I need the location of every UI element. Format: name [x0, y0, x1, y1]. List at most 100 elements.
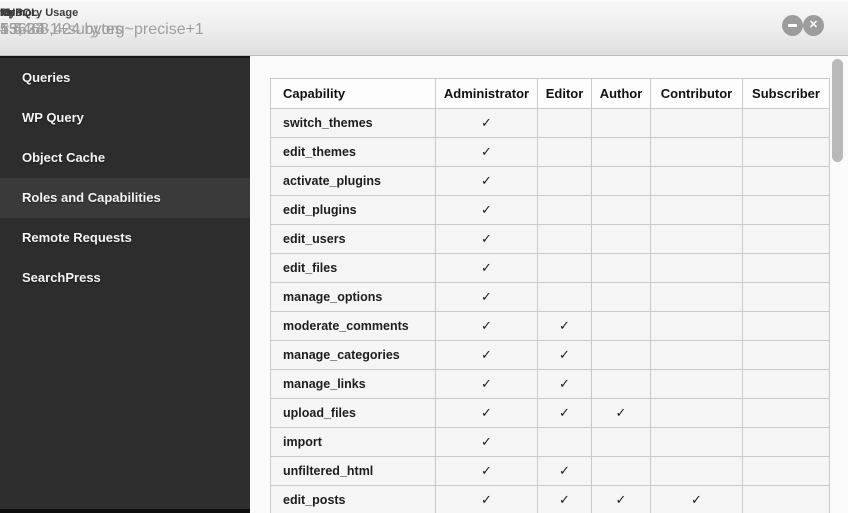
capability-name: activate_plugins — [270, 166, 436, 196]
check-author: ✓ — [591, 398, 651, 428]
check-contributor — [650, 253, 743, 283]
column-header-administrator: Administrator — [435, 78, 538, 109]
roles-capabilities-panel: Capability Administrator Editor Author C… — [250, 56, 848, 513]
sidebar-item[interactable]: Object Cache — [0, 138, 250, 178]
check-author: ✓ — [591, 485, 651, 513]
check-author — [591, 427, 651, 457]
check-editor: ✓ — [537, 340, 592, 370]
capability-name: edit_posts — [270, 485, 436, 513]
check-editor — [537, 166, 592, 196]
check-subscriber — [742, 427, 830, 457]
minimize-button[interactable] — [782, 15, 803, 36]
check-administrator: ✓ — [435, 340, 538, 370]
check-editor — [537, 108, 592, 138]
check-contributor — [650, 282, 743, 312]
sidebar-item[interactable]: Remote Requests — [0, 218, 250, 258]
check-author — [591, 108, 651, 138]
table-row: manage_links ✓ ✓ — [270, 369, 830, 399]
check-contributor — [650, 224, 743, 254]
check-administrator: ✓ — [435, 369, 538, 399]
check-administrator: ✓ — [435, 166, 538, 196]
check-author — [591, 166, 651, 196]
check-subscriber — [742, 108, 830, 138]
check-author — [591, 311, 651, 341]
check-administrator: ✓ — [435, 224, 538, 254]
capability-name: unfiltered_html — [270, 456, 436, 486]
sidebar-item[interactable]: Queries — [0, 58, 250, 98]
check-editor — [537, 253, 592, 283]
check-administrator: ✓ — [435, 456, 538, 486]
check-administrator: ✓ — [435, 282, 538, 312]
check-contributor — [650, 137, 743, 167]
capability-name: upload_files — [270, 398, 436, 428]
check-editor — [537, 224, 592, 254]
check-contributor — [650, 340, 743, 370]
check-contributor — [650, 369, 743, 399]
check-administrator: ✓ — [435, 427, 538, 457]
capability-name: manage_categories — [270, 340, 436, 370]
check-subscriber — [742, 340, 830, 370]
check-editor — [537, 195, 592, 225]
check-author — [591, 340, 651, 370]
sidebar: Queries WP Query Object Cache Roles and … — [0, 56, 250, 513]
check-administrator: ✓ — [435, 398, 538, 428]
check-administrator: ✓ — [435, 253, 538, 283]
capability-name: edit_files — [270, 253, 436, 283]
check-editor — [537, 282, 592, 312]
check-editor: ✓ — [537, 485, 592, 513]
table-row: activate_plugins ✓ — [270, 166, 830, 196]
column-header-capability: Capability — [270, 78, 436, 109]
capability-name: edit_users — [270, 224, 436, 254]
column-header-author: Author — [591, 78, 651, 109]
check-subscriber — [742, 485, 830, 513]
table-row: switch_themes ✓ — [270, 108, 830, 138]
header-stat: Memory Usage 13,468,424 bytes — [0, 7, 123, 39]
check-author — [591, 253, 651, 283]
sidebar-item[interactable]: Roles and Capabilities — [0, 178, 250, 218]
table-row: manage_options ✓ — [270, 282, 830, 312]
close-icon: ✕ — [808, 19, 819, 31]
check-administrator: ✓ — [435, 137, 538, 167]
table-row: edit_posts ✓ ✓ ✓ ✓ — [270, 485, 830, 513]
capability-name: edit_themes — [270, 137, 436, 167]
table-row: edit_users ✓ — [270, 224, 830, 254]
check-author — [591, 456, 651, 486]
table-row: unfiltered_html ✓ ✓ — [270, 456, 830, 486]
debug-bar-header: wp #56 PHP 5.4.23-1+sury.org~precise+1 M… — [0, 0, 848, 56]
table-row: moderate_comments ✓ ✓ — [270, 311, 830, 341]
check-subscriber — [742, 137, 830, 167]
check-editor — [537, 137, 592, 167]
table-header-row: Capability Administrator Editor Author C… — [270, 78, 830, 109]
check-subscriber — [742, 398, 830, 428]
stat-label: Memory Usage — [0, 7, 79, 19]
sidebar-item[interactable]: WP Query — [0, 98, 250, 138]
check-contributor — [650, 166, 743, 196]
check-contributor — [650, 456, 743, 486]
column-header-contributor: Contributor — [650, 78, 743, 109]
vertical-scrollbar-thumb[interactable] — [832, 59, 843, 162]
table-row: edit_themes ✓ — [270, 137, 830, 167]
check-subscriber — [742, 253, 830, 283]
sidebar-item[interactable]: SearchPress — [0, 258, 250, 298]
capability-name: edit_plugins — [270, 195, 436, 225]
check-author — [591, 137, 651, 167]
check-editor: ✓ — [537, 398, 592, 428]
check-author — [591, 224, 651, 254]
check-editor: ✓ — [537, 369, 592, 399]
capabilities-table: Capability Administrator Editor Author C… — [270, 78, 830, 513]
check-subscriber — [742, 369, 830, 399]
close-button[interactable]: ✕ — [803, 15, 824, 36]
check-editor: ✓ — [537, 456, 592, 486]
check-editor: ✓ — [537, 311, 592, 341]
check-contributor — [650, 427, 743, 457]
capability-name: manage_links — [270, 369, 436, 399]
check-author — [591, 282, 651, 312]
capability-name: import — [270, 427, 436, 457]
check-author — [591, 369, 651, 399]
column-header-subscriber: Subscriber — [742, 78, 830, 109]
check-subscriber — [742, 224, 830, 254]
check-editor — [537, 427, 592, 457]
table-row: edit_plugins ✓ — [270, 195, 830, 225]
table-row: manage_categories ✓ ✓ — [270, 340, 830, 370]
check-contributor — [650, 398, 743, 428]
